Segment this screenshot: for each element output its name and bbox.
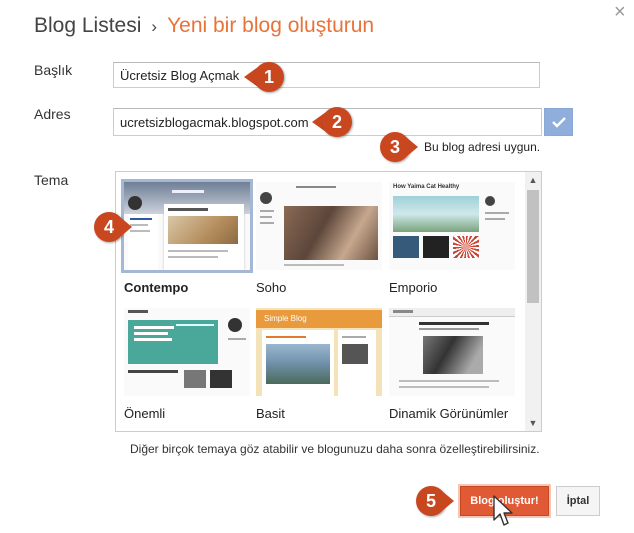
theme-list[interactable]: Contempo Soho How Yaima Cat Healthy Empo… [115,171,542,432]
theme-soho[interactable]: Soho [256,182,382,295]
callout-arrow [442,491,454,511]
breadcrumb-blog-list[interactable]: Blog Listesi [34,14,141,37]
callout-badge: 2 [322,107,352,137]
theme-thumbnail [389,308,515,396]
theme-name: Basit [256,406,285,421]
theme-thumbnail [124,308,250,396]
title-input[interactable] [113,62,540,88]
theme-basit[interactable]: Simple Blog Basit [256,308,382,421]
theme-dinamik-gorunumler[interactable]: Dinamik Görünümler [389,308,515,421]
callout-4: 4 [94,212,132,242]
theme-hint: Diğer birçok temaya göz atabilir ve blog… [130,442,540,456]
checkmark-icon [551,117,566,128]
thumb-caption: Simple Blog [264,314,307,323]
theme-contempo[interactable]: Contempo [121,179,253,295]
close-icon[interactable]: × [614,2,626,22]
scrollbar-thumb[interactable] [527,190,539,303]
dialog-title: Blog Listesi › Yeni bir blog oluşturun [34,14,374,38]
scroll-up-icon[interactable]: ▲ [525,173,541,187]
address-label: Adres [34,106,71,122]
cancel-button[interactable]: İptal [556,486,600,516]
title-label: Başlık [34,62,73,78]
callout-1: 1 [244,62,284,92]
theme-onemli[interactable]: Önemli [124,308,250,421]
thumb-caption: How Yaima Cat Healthy [393,184,460,190]
theme-thumbnail: Simple Blog [256,308,382,396]
theme-name: Soho [256,280,287,295]
address-status: Bu blog adresi uygun. [424,140,541,154]
theme-name: Contempo [124,280,189,295]
theme-name: Önemli [124,406,166,421]
page-title: Yeni bir blog oluşturun [167,14,375,37]
theme-thumbnail [121,179,253,273]
theme-emporio[interactable]: How Yaima Cat Healthy Emporio [389,182,515,295]
check-address-button[interactable] [544,108,573,136]
theme-label: Tema [34,172,69,188]
callout-2: 2 [312,107,352,137]
theme-name: Emporio [389,280,438,295]
callout-arrow [120,217,132,237]
callout-3: 3 [380,132,418,162]
theme-name: Dinamik Görünümler [389,406,509,421]
theme-thumbnail: How Yaima Cat Healthy [389,182,515,270]
callout-5: 5 [416,486,454,516]
theme-scrollbar[interactable]: ▲ ▼ [525,172,541,431]
scroll-down-icon[interactable]: ▼ [525,416,541,430]
mouse-cursor-icon [493,495,513,526]
breadcrumb-separator: › [151,17,158,36]
callout-arrow [406,137,418,157]
theme-thumbnail [256,182,382,270]
callout-badge: 1 [254,62,284,92]
